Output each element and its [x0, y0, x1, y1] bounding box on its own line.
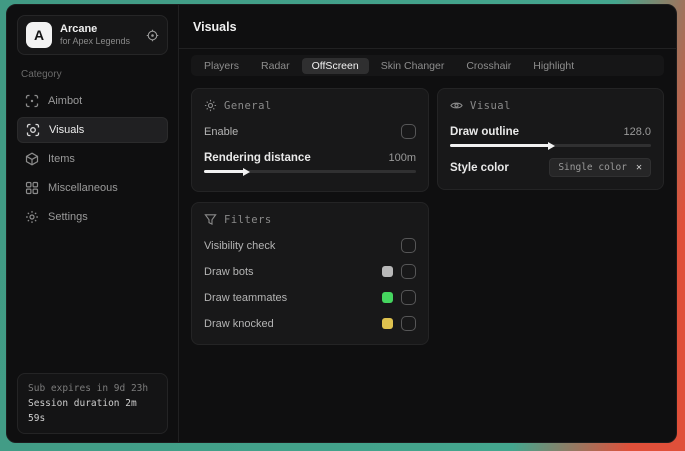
draw-bots-label: Draw bots	[204, 265, 254, 278]
funnel-icon	[204, 213, 217, 226]
app-subtitle: for Apex Legends	[60, 36, 131, 47]
clear-icon[interactable]: ✕	[636, 162, 642, 173]
sidebar-item-label: Aimbot	[48, 95, 83, 107]
style-color-label: Style color	[450, 161, 509, 174]
app-logo: A	[26, 22, 52, 48]
gear-icon	[25, 210, 39, 224]
slider-thumb[interactable]	[547, 141, 555, 150]
sun-icon	[204, 99, 217, 112]
panel-title: Visual	[470, 99, 511, 112]
tab-bar: Players Radar OffScreen Skin Changer Cro…	[191, 55, 664, 76]
app-window: A Arcane for Apex Legends Category Aimbo	[6, 4, 677, 443]
slider-thumb[interactable]	[243, 167, 251, 176]
draw-teammates-color-swatch[interactable]	[382, 292, 393, 303]
draw-teammates-checkbox[interactable]	[401, 290, 416, 305]
sidebar-item-label: Settings	[48, 211, 88, 223]
visual-panel: Visual Draw outline 128.0 Style color Si…	[437, 88, 664, 190]
general-panel: General Enable Rendering distance 100m	[191, 88, 429, 192]
sidebar-item-label: Visuals	[49, 124, 85, 136]
box-icon	[25, 152, 39, 166]
brand-card: A Arcane for Apex Legends	[17, 15, 168, 55]
app-title: Arcane	[60, 22, 98, 35]
rendering-distance-label: Rendering distance	[204, 151, 311, 164]
rendering-distance-slider[interactable]	[204, 167, 416, 176]
grid-icon	[25, 181, 39, 195]
sidebar-item-settings[interactable]: Settings	[17, 204, 168, 230]
enable-label: Enable	[204, 125, 239, 138]
visibility-check-label: Visibility check	[204, 239, 276, 252]
draw-outline-value: 128.0	[623, 125, 651, 138]
draw-outline-label: Draw outline	[450, 125, 520, 138]
rendering-distance-value: 100m	[388, 151, 416, 164]
draw-bots-checkbox[interactable]	[401, 264, 416, 279]
panel-title: General	[224, 99, 272, 112]
draw-knocked-checkbox[interactable]	[401, 316, 416, 331]
sidebar-item-items[interactable]: Items	[17, 146, 168, 172]
sidebar-item-label: Miscellaneous	[48, 182, 118, 194]
crosshair-icon	[25, 94, 39, 108]
content: Players Radar OffScreen Skin Changer Cro…	[179, 49, 676, 357]
focus-eye-icon	[26, 123, 40, 137]
main-area: Visuals Players Radar OffScreen Skin Cha…	[179, 5, 676, 442]
style-color-value: Single color	[558, 162, 627, 173]
panel-title: Filters	[224, 213, 272, 226]
draw-bots-color-swatch[interactable]	[382, 266, 393, 277]
tab-crosshair[interactable]: Crosshair	[456, 58, 521, 74]
visibility-check-checkbox[interactable]	[401, 238, 416, 253]
tab-skin-changer[interactable]: Skin Changer	[371, 58, 455, 74]
tab-offscreen[interactable]: OffScreen	[301, 57, 369, 74]
sub-expires-text: Sub expires in 9d 23h	[28, 383, 149, 394]
draw-outline-slider[interactable]	[450, 141, 651, 150]
tab-players[interactable]: Players	[194, 58, 249, 74]
enable-checkbox[interactable]	[401, 124, 416, 139]
sidebar-item-aimbot[interactable]: Aimbot	[17, 88, 168, 114]
main-header: Visuals	[179, 5, 676, 49]
subscription-info: Sub expires in 9d 23h Session duration 2…	[17, 373, 168, 434]
sidebar: A Arcane for Apex Legends Category Aimbo	[7, 5, 179, 442]
filters-panel: Filters Visibility check Draw bots Draw …	[191, 202, 429, 345]
eye-icon	[450, 99, 463, 112]
draw-teammates-label: Draw teammates	[204, 291, 288, 304]
tab-radar[interactable]: Radar	[251, 58, 300, 74]
style-color-select[interactable]: Single color ✕	[549, 158, 651, 177]
sidebar-item-miscellaneous[interactable]: Miscellaneous	[17, 175, 168, 201]
page-title: Visuals	[193, 19, 237, 34]
draw-knocked-color-swatch[interactable]	[382, 318, 393, 329]
sidebar-item-label: Items	[48, 153, 75, 165]
session-duration-text: Session duration 2m 59s	[28, 398, 137, 424]
draw-knocked-label: Draw knocked	[204, 317, 274, 330]
category-label: Category	[21, 69, 62, 80]
target-icon[interactable]	[146, 29, 159, 42]
tab-highlight[interactable]: Highlight	[523, 58, 584, 74]
sidebar-item-visuals[interactable]: Visuals	[17, 117, 168, 143]
